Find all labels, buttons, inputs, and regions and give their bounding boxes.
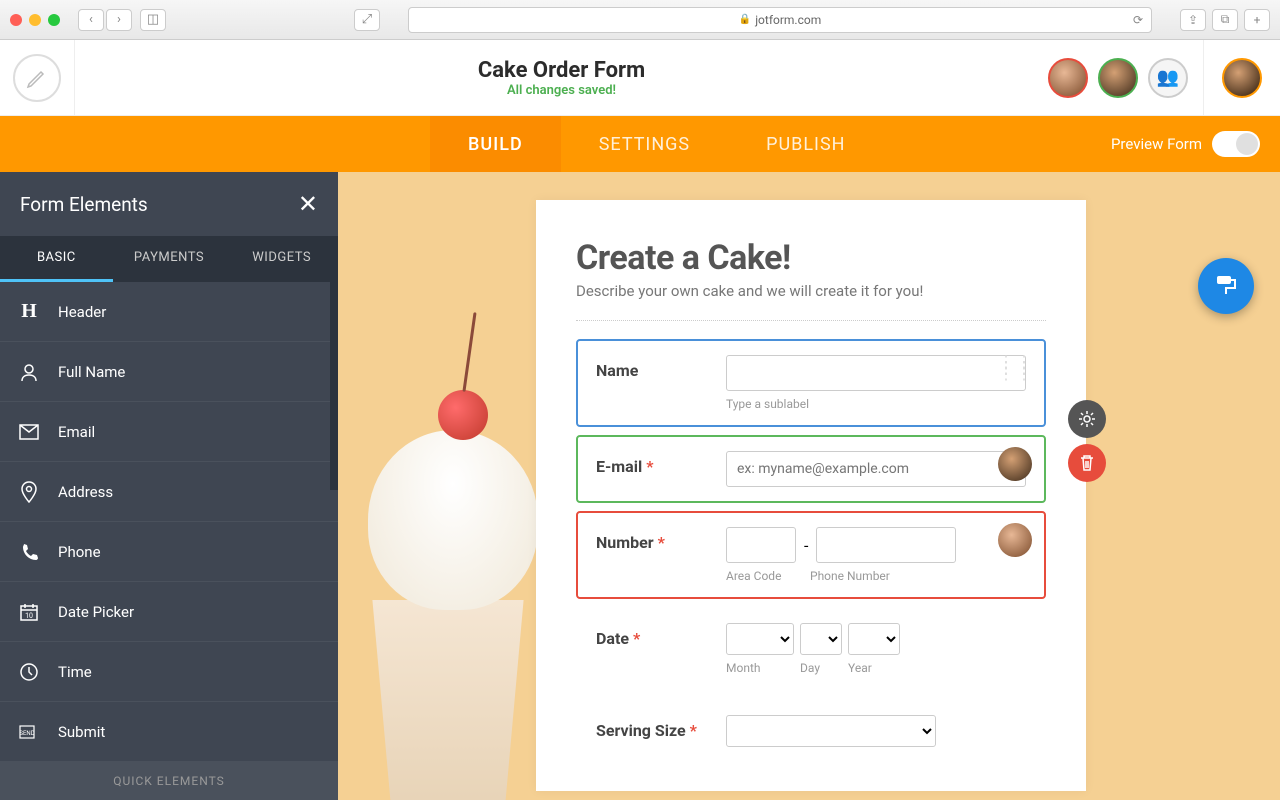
area-code-input[interactable]	[726, 527, 796, 563]
tab-settings[interactable]: SETTINGS	[561, 116, 728, 172]
sidebar-title: Form Elements	[20, 193, 148, 216]
field-label: Serving Size*	[596, 715, 706, 740]
gear-icon	[1078, 410, 1096, 428]
sidebar-tab-widgets[interactable]: WIDGETS	[225, 236, 338, 282]
sublabel: Phone Number	[810, 569, 890, 583]
form-designer-button[interactable]	[1198, 258, 1254, 314]
field-name[interactable]: Name Type a sublabel ⋮⋮⋮⋮⋮⋮	[576, 339, 1046, 427]
forward-button[interactable]: ›	[106, 9, 132, 31]
element-email[interactable]: Email	[0, 402, 338, 462]
send-icon: SEND	[0, 725, 58, 739]
sublabel: Month	[726, 661, 794, 675]
tab-build[interactable]: BUILD	[430, 116, 561, 172]
tabs-icon[interactable]: ⧉	[1212, 9, 1238, 31]
close-sidebar-icon[interactable]: ✕	[298, 190, 318, 218]
preview-form-toggle[interactable]: Preview Form	[1111, 131, 1260, 157]
browser-chrome: ‹ › ◫ ⤢ 🔒 jotform.com ⟳ ⇪ ⧉ +	[0, 0, 1280, 40]
element-date-picker[interactable]: 10Date Picker	[0, 582, 338, 642]
new-tab-icon[interactable]: +	[1244, 9, 1270, 31]
window-controls	[10, 14, 60, 26]
field-settings-button[interactable]	[1068, 400, 1106, 438]
form-preview: Create a Cake! Describe your own cake an…	[536, 200, 1086, 791]
svg-text:SEND: SEND	[19, 730, 34, 737]
close-window-icon[interactable]	[10, 14, 22, 26]
person-icon	[0, 362, 58, 382]
element-phone[interactable]: Phone	[0, 522, 338, 582]
form-heading: Create a Cake!	[576, 238, 1046, 278]
form-canvas: Create a Cake! Describe your own cake an…	[338, 172, 1280, 800]
field-label: Name	[596, 355, 706, 380]
month-select[interactable]	[726, 623, 794, 655]
sublabel: Day	[800, 661, 842, 675]
paint-roller-icon	[1213, 273, 1239, 299]
toggle-switch[interactable]	[1212, 131, 1260, 157]
field-serving-size[interactable]: Serving Size*	[576, 699, 1046, 763]
field-email[interactable]: E-mail*	[576, 435, 1046, 503]
email-input[interactable]	[726, 451, 1026, 487]
clock-icon	[0, 662, 58, 682]
add-collaborator-button[interactable]: 👥	[1148, 58, 1188, 98]
app-logo[interactable]	[0, 40, 75, 116]
form-elements-sidebar: Form Elements ✕ BASIC PAYMENTS WIDGETS H…	[0, 172, 338, 800]
calendar-icon: 10	[0, 603, 58, 621]
cupcake-image	[338, 380, 548, 800]
sidebar-toggle-icon[interactable]: ◫	[140, 9, 166, 31]
field-label: E-mail*	[596, 451, 706, 476]
phone-number-input[interactable]	[816, 527, 956, 563]
header-icon: H	[0, 300, 58, 323]
pencil-icon	[25, 66, 49, 90]
sublabel-text[interactable]: Type a sublabel	[726, 397, 1026, 411]
dash: -	[804, 536, 808, 555]
reload-icon[interactable]: ⟳	[1133, 13, 1143, 27]
sublabel: Year	[848, 661, 872, 675]
editing-user-avatar	[998, 523, 1032, 557]
trash-icon	[1079, 454, 1095, 472]
year-select[interactable]	[848, 623, 900, 655]
element-submit[interactable]: SENDSubmit	[0, 702, 338, 762]
drag-handle-icon[interactable]: ⋮⋮⋮⋮⋮⋮	[998, 359, 1034, 377]
reader-icon[interactable]: ⤢	[354, 9, 380, 31]
back-button[interactable]: ‹	[78, 9, 104, 31]
field-label: Number*	[596, 527, 706, 552]
sublabel: Area Code	[726, 569, 802, 583]
serving-size-select[interactable]	[726, 715, 936, 747]
collaborator-avatar[interactable]	[1098, 58, 1138, 98]
field-label: Date*	[596, 623, 706, 648]
profile-avatar[interactable]	[1222, 58, 1262, 98]
envelope-icon	[0, 424, 58, 440]
element-full-name[interactable]: Full Name	[0, 342, 338, 402]
element-header[interactable]: HHeader	[0, 282, 338, 342]
element-address[interactable]: Address	[0, 462, 338, 522]
editing-user-avatar	[998, 447, 1032, 481]
location-icon	[0, 481, 58, 503]
maximize-window-icon[interactable]	[48, 14, 60, 26]
app-header: Cake Order Form All changes saved! 👥	[0, 40, 1280, 116]
field-number[interactable]: Number* - Area Code Phone Number	[576, 511, 1046, 599]
preview-label: Preview Form	[1111, 135, 1202, 153]
field-date[interactable]: Date* Month Day Year	[576, 607, 1046, 691]
minimize-window-icon[interactable]	[29, 14, 41, 26]
url-text: jotform.com	[755, 13, 821, 27]
collaborator-avatar[interactable]	[1048, 58, 1088, 98]
phone-icon	[0, 543, 58, 561]
sidebar-tab-basic[interactable]: BASIC	[0, 236, 113, 282]
share-icon[interactable]: ⇪	[1180, 9, 1206, 31]
sidebar-tab-payments[interactable]: PAYMENTS	[113, 236, 226, 282]
collaborators: 👥	[1048, 58, 1203, 98]
address-bar[interactable]: 🔒 jotform.com ⟳	[408, 7, 1152, 33]
quick-elements-header: QUICK ELEMENTS	[0, 762, 338, 800]
tab-publish[interactable]: PUBLISH	[728, 116, 883, 172]
form-title: Cake Order Form	[75, 58, 1048, 83]
element-time[interactable]: Time	[0, 642, 338, 702]
lock-icon: 🔒	[739, 14, 751, 25]
svg-text:10: 10	[25, 612, 33, 620]
save-status: All changes saved!	[75, 83, 1048, 98]
form-subheading: Describe your own cake and we will creat…	[576, 282, 1046, 300]
name-input[interactable]	[726, 355, 1026, 391]
main-tabbar: BUILD SETTINGS PUBLISH Preview Form	[0, 116, 1280, 172]
divider	[576, 320, 1046, 321]
delete-field-button[interactable]	[1068, 444, 1106, 482]
day-select[interactable]	[800, 623, 842, 655]
